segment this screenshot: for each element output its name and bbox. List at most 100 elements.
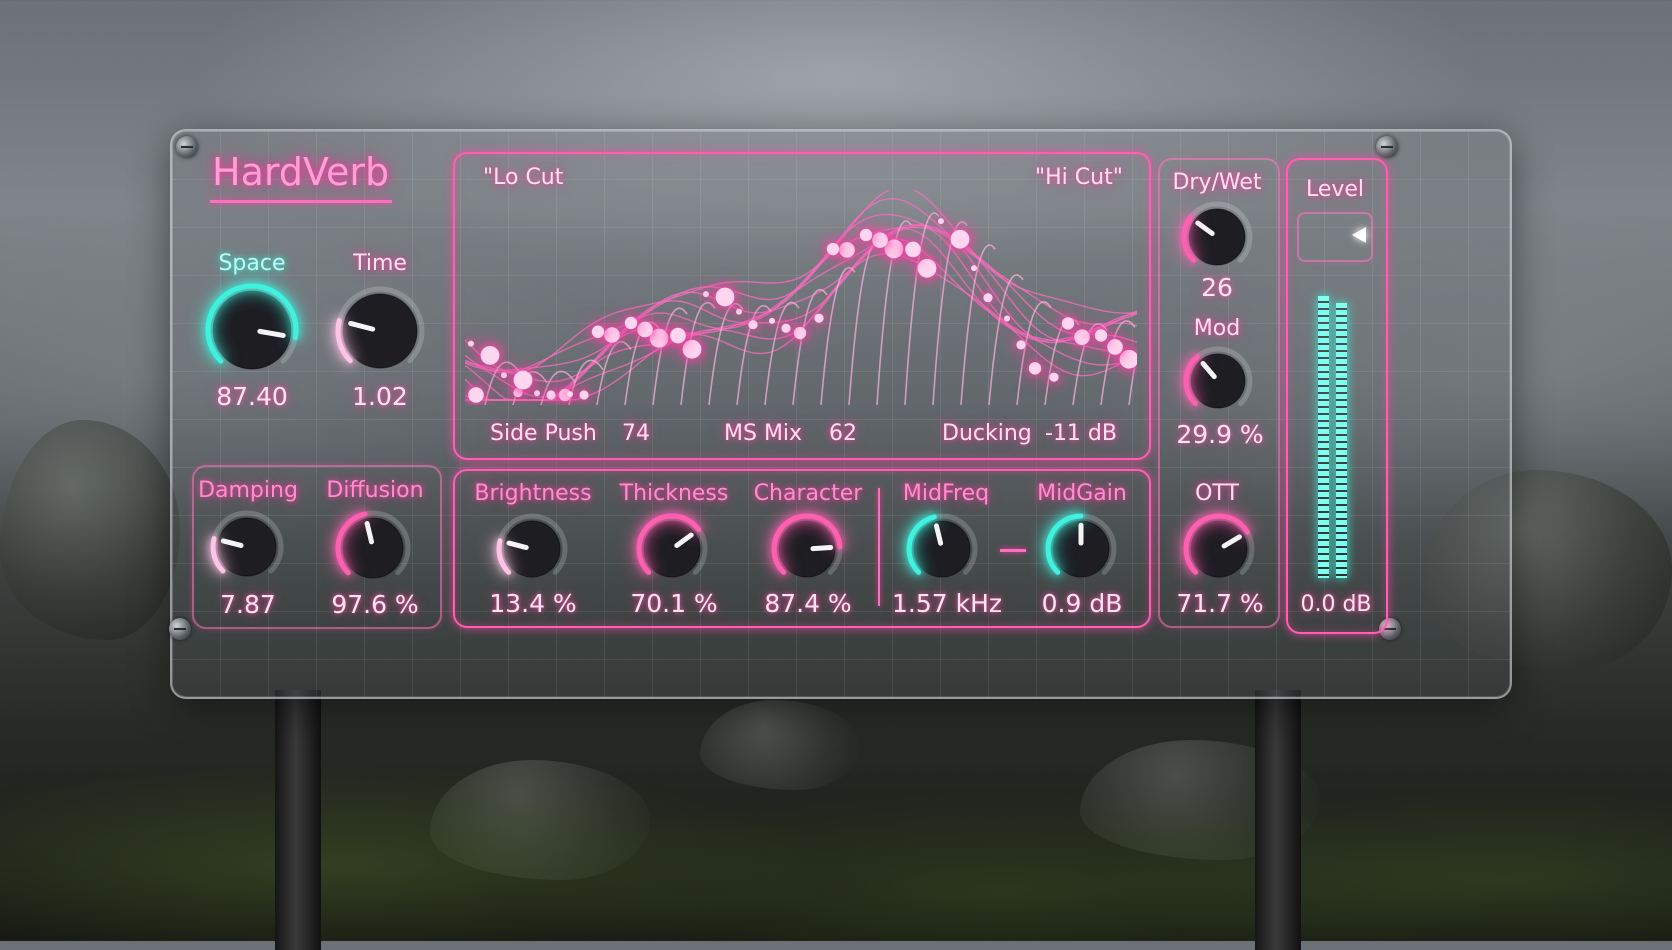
- screw-icon: [176, 136, 198, 158]
- sign-post-left: [275, 690, 321, 950]
- brightness-label: Brightness: [474, 481, 592, 506]
- level-value: 0.0 dB: [1300, 592, 1372, 617]
- mesh-node: [1004, 315, 1010, 322]
- ducking-label: Ducking: [942, 421, 1032, 446]
- mesh-node: [971, 265, 977, 272]
- character-knob[interactable]: [769, 511, 845, 591]
- mesh-node: [917, 258, 937, 278]
- level-meter: [1318, 272, 1358, 578]
- section-divider: [878, 488, 880, 606]
- mesh-node: [637, 321, 653, 338]
- mesh-node: [781, 323, 791, 333]
- side-push-label: Side Push: [490, 421, 597, 446]
- diffusion-label: Diffusion: [326, 478, 424, 503]
- mesh-node: [826, 242, 840, 256]
- mesh-curve: [1044, 318, 1080, 405]
- mesh-node: [670, 327, 686, 344]
- brightness-value: 13.4 %: [489, 589, 577, 618]
- peak-arrow-icon[interactable]: [1352, 227, 1366, 243]
- mesh-node: [546, 390, 556, 400]
- mesh-node: [567, 391, 573, 398]
- mesh-line: [465, 226, 1137, 383]
- brightness-knob[interactable]: [494, 511, 570, 591]
- ott-label: OTT: [1195, 481, 1239, 506]
- time-knob[interactable]: [333, 284, 427, 382]
- mesh-node: [1094, 329, 1108, 342]
- thickness-value: 70.1 %: [630, 589, 718, 618]
- mesh-node: [814, 313, 824, 323]
- mod-label: Mod: [1193, 316, 1241, 341]
- meter-bar-right: [1336, 302, 1347, 578]
- plugin-title: HardVerb: [212, 150, 390, 194]
- mesh-node: [513, 388, 523, 398]
- mesh-node: [513, 370, 533, 390]
- mesh-node: [983, 293, 993, 303]
- side-push-value[interactable]: 74: [622, 421, 650, 446]
- space-knob[interactable]: [203, 281, 301, 383]
- sign-post-right: [1255, 690, 1301, 950]
- mesh-node: [468, 340, 474, 347]
- midfreq-knob[interactable]: [904, 511, 980, 591]
- ms-mix-value[interactable]: 62: [829, 421, 857, 446]
- screw-icon: [169, 618, 191, 640]
- mod-value: 29.9 %: [1176, 420, 1264, 449]
- damping-knob[interactable]: [208, 508, 286, 590]
- mesh-node: [769, 317, 775, 324]
- rock: [0, 420, 180, 640]
- mid-link-dash: [1000, 549, 1026, 552]
- mesh-curve: [1016, 301, 1052, 405]
- title-underline: [210, 200, 392, 203]
- midfreq-label: MidFreq: [902, 481, 990, 506]
- midgain-label: MidGain: [1037, 481, 1127, 506]
- mesh-node: [591, 325, 605, 338]
- damping-value: 7.87: [220, 590, 276, 619]
- reverb-waveform-display[interactable]: [465, 190, 1137, 405]
- mesh-node: [501, 372, 507, 379]
- mesh-node: [1028, 362, 1042, 375]
- mesh-node: [1061, 317, 1075, 330]
- meter-bar-left: [1318, 296, 1329, 578]
- mesh-node: [748, 320, 758, 330]
- midgain-knob[interactable]: [1043, 511, 1119, 591]
- mesh-curve: [708, 302, 744, 405]
- mesh-line: [465, 238, 1137, 401]
- mesh-node: [604, 327, 620, 343]
- mesh-node: [793, 326, 807, 340]
- mesh-node: [938, 218, 944, 225]
- mesh-node: [736, 308, 742, 315]
- time-label: Time: [353, 251, 407, 276]
- mesh-node: [682, 339, 702, 359]
- mesh-node: [1074, 329, 1090, 345]
- mesh-node: [1119, 349, 1137, 369]
- ducking-value[interactable]: -11 dB: [1045, 421, 1117, 446]
- mesh-node: [468, 387, 484, 403]
- mesh-line: [465, 213, 1137, 371]
- mesh-node: [624, 316, 638, 330]
- mesh-curve: [904, 212, 940, 405]
- mesh-node: [859, 228, 873, 242]
- moss-ground: [0, 691, 1672, 941]
- ott-value: 71.7 %: [1176, 589, 1264, 618]
- diffusion-value: 97.6 %: [331, 590, 419, 619]
- character-label: Character: [753, 481, 863, 506]
- thickness-knob[interactable]: [634, 511, 710, 591]
- mesh-node: [905, 241, 921, 258]
- mesh-node: [715, 287, 735, 307]
- drywet-knob[interactable]: [1179, 199, 1255, 279]
- mod-knob[interactable]: [1181, 344, 1255, 422]
- ms-mix-label: MS Mix: [724, 421, 803, 446]
- diffusion-knob[interactable]: [333, 508, 413, 592]
- space-value: 87.40: [216, 382, 288, 411]
- lo-cut-label[interactable]: "Lo Cut: [483, 165, 563, 190]
- screw-icon: [1376, 136, 1398, 158]
- mesh-node: [480, 345, 500, 365]
- mesh-node: [872, 232, 888, 248]
- ott-knob[interactable]: [1181, 511, 1257, 591]
- drywet-label: Dry/Wet: [1172, 170, 1262, 195]
- mesh-node: [950, 229, 970, 249]
- space-label: Space: [218, 251, 286, 276]
- midgain-value: 0.9 dB: [1041, 589, 1123, 618]
- mesh-node: [579, 390, 589, 400]
- hi-cut-label[interactable]: "Hi Cut": [1035, 165, 1123, 190]
- mesh-line: [465, 252, 1137, 401]
